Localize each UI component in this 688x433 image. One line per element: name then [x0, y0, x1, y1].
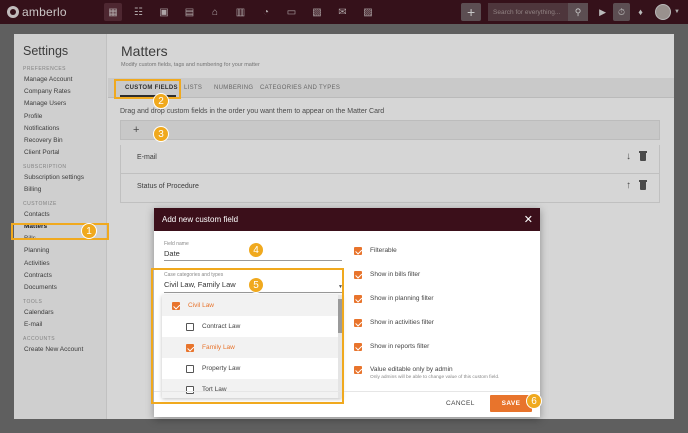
option-text: Filterable: [370, 247, 397, 254]
option-text: Show in planning filter: [370, 295, 434, 302]
callout-badge-4: 4: [248, 242, 264, 258]
option-show-in-planning-filter[interactable]: Show in planning filter: [354, 295, 434, 303]
callout-badge-3: 3: [153, 126, 169, 142]
callout-highlight-case-categories: [151, 268, 344, 404]
checkbox[interactable]: [354, 295, 362, 303]
callout-badge-1: 1: [81, 223, 97, 239]
modal-title: Add new custom field: [162, 215, 239, 224]
option-filterable[interactable]: Filterable: [354, 247, 397, 255]
checkbox[interactable]: [354, 247, 362, 255]
checkbox[interactable]: [354, 366, 362, 374]
option-label: Filterable: [370, 247, 397, 254]
option-label: Value editable only by admin: [370, 366, 453, 373]
option-label: Show in bills filter: [370, 271, 421, 278]
checkbox[interactable]: [354, 319, 362, 327]
option-show-in-reports-filter[interactable]: Show in reports filter: [354, 343, 429, 351]
cancel-button[interactable]: CANCEL: [446, 400, 475, 407]
option-text: Show in activities filter: [370, 319, 434, 326]
field-name-label: Field name: [164, 241, 189, 247]
option-show-in-bills-filter[interactable]: Show in bills filter: [354, 271, 420, 279]
callout-highlight-custom-fields: [114, 79, 181, 99]
checkbox[interactable]: [354, 271, 362, 279]
field-name-underline: [164, 260, 342, 261]
modal-header: Add new custom field ✕: [154, 208, 540, 231]
option-label: Show in activities filter: [370, 319, 434, 326]
checkbox[interactable]: [354, 343, 362, 351]
option-text: Show in bills filter: [370, 271, 420, 278]
callout-badge-6: 6: [526, 393, 542, 409]
option-text: Show in reports filter: [370, 343, 429, 350]
option-show-in-activities-filter[interactable]: Show in activities filter: [354, 319, 434, 327]
option-text: Value editable only by admin Only admins …: [370, 366, 499, 380]
field-name-input[interactable]: Date: [164, 249, 180, 258]
option-note: Only admins will be able to change value…: [370, 375, 500, 380]
callout-badge-2: 2: [153, 93, 169, 109]
option-label: Show in reports filter: [370, 343, 430, 350]
close-icon[interactable]: ✕: [524, 213, 533, 226]
option-label: Show in planning filter: [370, 295, 434, 302]
callout-badge-5: 5: [248, 277, 264, 293]
option-value-editable-only-by-admin[interactable]: Value editable only by admin Only admins …: [354, 366, 499, 380]
